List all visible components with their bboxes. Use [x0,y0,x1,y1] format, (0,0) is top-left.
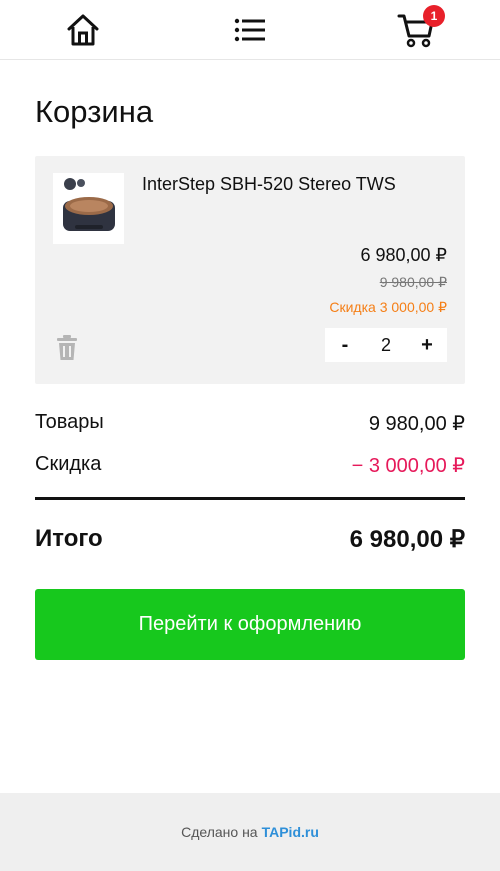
top-navigation: 1 [0,0,500,60]
footer-text: Сделано на [181,824,258,840]
quantity-value: 2 [380,334,391,355]
goods-label: Товары [35,411,104,433]
product-price: 6 980,00 ₽ [360,245,447,265]
summary-discount-row: Скидка − 3 000,00 ₽ [35,453,465,478]
decrease-quantity-button[interactable]: - [335,328,355,362]
total-value: 6 980,00 ₽ [349,526,465,553]
page-title: Корзина [35,94,154,129]
discount-label: Скидка [35,453,102,475]
discount-value: − 3 000,00 ₽ [351,455,465,477]
total-label: Итого [35,525,103,552]
trash-icon[interactable] [55,335,79,361]
list-icon[interactable] [230,10,270,50]
product-name[interactable]: InterStep SBH-520 Stereo TWS [142,174,396,195]
summary-divider [35,497,465,500]
product-old-price: 9 980,00 ₽ [379,274,447,290]
product-discount: Скидка 3 000,00 ₽ [329,299,447,315]
checkout-button[interactable]: Перейти к оформлению [35,589,465,660]
increase-quantity-button[interactable]: + [417,328,437,362]
summary-goods-row: Товары 9 980,00 ₽ [35,411,465,436]
home-icon[interactable] [63,10,103,50]
footer-link[interactable]: TAPid.ru [262,824,319,840]
cart-item-card: InterStep SBH-520 Stereo TWS 6 980,00 ₽ … [35,156,465,384]
goods-value: 9 980,00 ₽ [368,413,465,435]
summary-total-row: Итого 6 980,00 ₽ [35,525,465,554]
product-image[interactable] [53,173,124,244]
quantity-stepper: - 2 + [325,328,447,362]
footer: Сделано на TAPid.ru [0,793,500,871]
cart-count-badge: 1 [423,5,445,27]
